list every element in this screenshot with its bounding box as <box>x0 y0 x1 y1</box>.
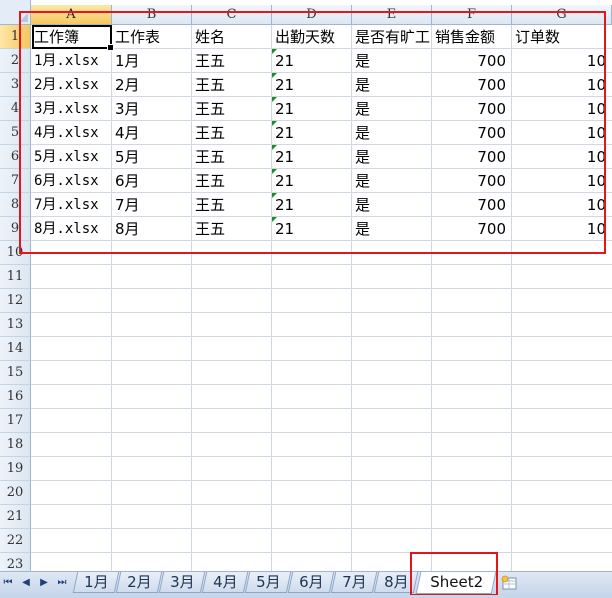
row-header-20[interactable]: 20 <box>0 481 31 505</box>
sheet-tab-3[interactable]: 3月 <box>158 572 206 593</box>
row-header-21[interactable]: 21 <box>0 505 31 529</box>
sheet-tab-6[interactable]: 6月 <box>287 572 335 593</box>
row-header-15[interactable]: 15 <box>0 361 31 385</box>
data-highlight-box <box>19 11 606 254</box>
row-header-14[interactable]: 14 <box>0 337 31 361</box>
sheet-tab-7[interactable]: 7月 <box>330 572 378 593</box>
row-header-13[interactable]: 13 <box>0 313 31 337</box>
sheet-tab-bar: ⏮ ◀ ▶ ⏭ 1月 2月 3月 4月 5月 6月 7月 8月 Sheet2 <box>0 571 612 595</box>
sheet-tab-1[interactable]: 1月 <box>72 572 120 593</box>
row-header-17[interactable]: 17 <box>0 409 31 433</box>
sheet-tab-2[interactable]: 2月 <box>115 572 163 593</box>
active-tab-highlight-box <box>410 552 498 596</box>
sheet-tab-label: 7月 <box>341 573 367 591</box>
sheet-tab-5[interactable]: 5月 <box>244 572 292 593</box>
row-header-23[interactable]: 23 <box>0 553 31 571</box>
sheet-tab-label: 3月 <box>169 573 195 591</box>
row-header-22[interactable]: 22 <box>0 529 31 553</box>
row-header-11[interactable]: 11 <box>0 265 31 289</box>
prev-sheet-icon[interactable]: ◀ <box>20 576 32 590</box>
sheet-tab-label: 1月 <box>83 573 109 591</box>
sheet-tab-label: 5月 <box>255 573 281 591</box>
first-sheet-icon[interactable]: ⏮ <box>2 576 14 590</box>
sheet-tab-label: 8月 <box>383 573 409 591</box>
row-header-16[interactable]: 16 <box>0 385 31 409</box>
row-header-18[interactable]: 18 <box>0 433 31 457</box>
next-sheet-icon[interactable]: ▶ <box>38 576 50 590</box>
sheet-tab-label: 4月 <box>212 573 238 591</box>
last-sheet-icon[interactable]: ⏭ <box>56 576 68 590</box>
sheet-tab-label: 2月 <box>126 573 152 591</box>
row-header-19[interactable]: 19 <box>0 457 31 481</box>
sheet-tab-4[interactable]: 4月 <box>201 572 249 593</box>
row-header-12[interactable]: 12 <box>0 289 31 313</box>
sheet-tab-label: 6月 <box>298 573 324 591</box>
worksheet-area[interactable]: ABCDEFG 1 2 3 4 5 6 7 8 9 10 11 12 13 14 15 16 17 18 19 20 2… <box>0 0 612 571</box>
insert-sheet-icon[interactable] <box>500 574 520 592</box>
